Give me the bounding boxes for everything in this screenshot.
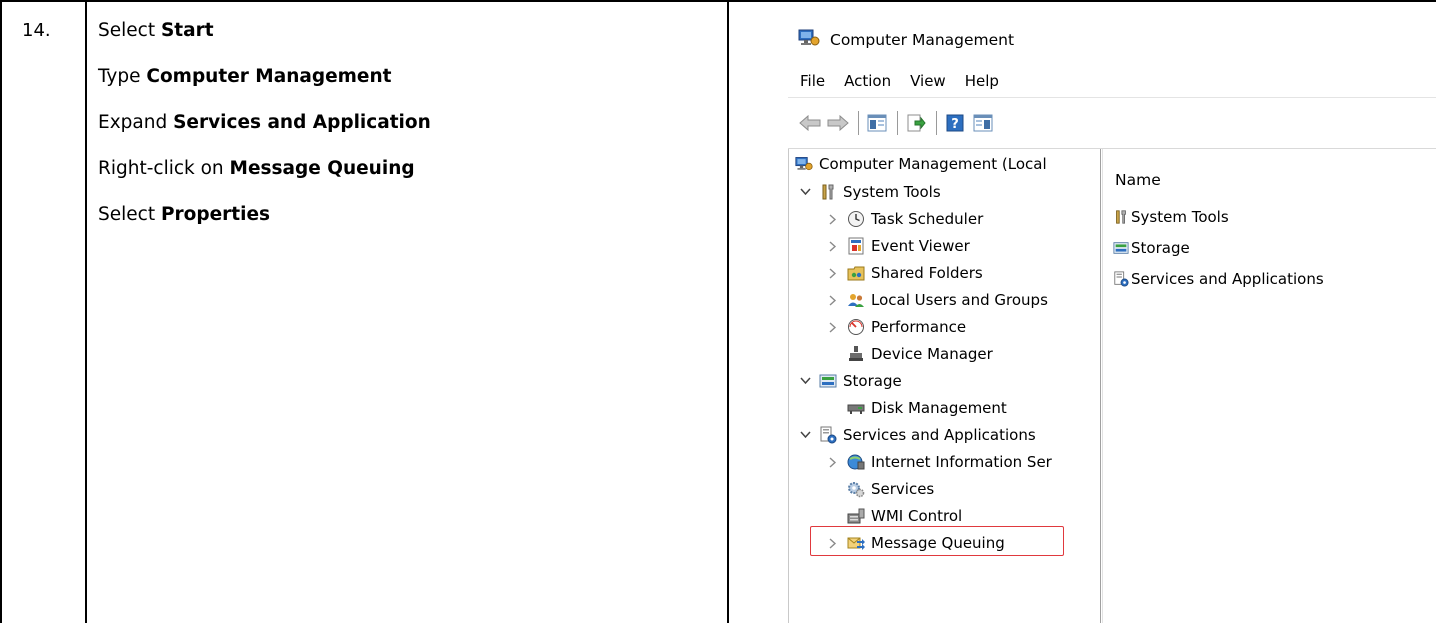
shared-folders-icon xyxy=(847,264,865,282)
table-divider-1 xyxy=(85,0,87,623)
details-pane: Name System Tools Storage Services and A… xyxy=(1102,149,1436,623)
menu-action[interactable]: Action xyxy=(844,72,891,90)
tree-node-performance[interactable]: Performance xyxy=(827,314,966,340)
wmi-icon xyxy=(847,507,865,525)
tree-node-task-scheduler[interactable]: Task Scheduler xyxy=(827,206,983,232)
iis-icon xyxy=(847,453,865,471)
services-gear-icon xyxy=(847,480,865,498)
chevron-down-icon[interactable] xyxy=(799,375,811,387)
tree-node-services-and-applications[interactable]: Services and Applications xyxy=(799,422,1036,448)
instruction-line: Select Properties xyxy=(98,204,271,225)
tools-icon xyxy=(1113,208,1129,226)
show-hide-tree-icon[interactable] xyxy=(865,112,889,134)
tree-node-device-manager[interactable]: Device Manager xyxy=(827,341,993,367)
tree-node-local-users-and-groups[interactable]: Local Users and Groups xyxy=(827,287,1048,313)
list-item-system-tools[interactable]: System Tools xyxy=(1113,206,1229,228)
chevron-down-icon[interactable] xyxy=(799,429,811,441)
show-action-pane-icon[interactable] xyxy=(971,112,995,134)
menu-view[interactable]: View xyxy=(910,72,946,90)
menu-bar: File Action View Help xyxy=(800,72,1018,90)
list-item-services-and-applications[interactable]: Services and Applications xyxy=(1113,268,1324,290)
menu-help[interactable]: Help xyxy=(965,72,999,90)
instruction-line: Type Computer Management xyxy=(98,66,392,87)
tools-icon xyxy=(819,183,837,201)
help-icon[interactable]: ? xyxy=(943,112,967,134)
menu-file[interactable]: File xyxy=(800,72,825,90)
chevron-down-icon[interactable] xyxy=(799,186,811,198)
tree-node-system-tools[interactable]: System Tools xyxy=(799,179,941,205)
services-apps-icon xyxy=(1113,270,1129,288)
table-border-top xyxy=(0,0,1436,2)
table-border-left xyxy=(0,0,2,623)
menu-divider xyxy=(788,97,1436,98)
window-titlebar: Computer Management xyxy=(798,29,1014,51)
tree-node-shared-folders[interactable]: Shared Folders xyxy=(827,260,983,286)
tree-node-storage[interactable]: Storage xyxy=(799,368,902,394)
chevron-right-icon[interactable] xyxy=(827,456,839,468)
users-icon xyxy=(847,291,865,309)
svg-text:?: ? xyxy=(951,117,959,132)
chevron-right-icon[interactable] xyxy=(827,267,839,279)
window-title: Computer Management xyxy=(830,31,1015,49)
services-apps-icon xyxy=(819,426,837,444)
toolbar: ? xyxy=(798,111,999,135)
forward-arrow-icon[interactable] xyxy=(826,112,850,134)
tree-node-event-viewer[interactable]: Event Viewer xyxy=(827,233,970,259)
step-number: 14. xyxy=(22,20,51,41)
storage-icon xyxy=(1113,239,1129,257)
performance-icon xyxy=(847,318,865,336)
tree-root-computer-management[interactable]: Computer Management (Local xyxy=(795,151,1047,177)
tree-node-disk-management[interactable]: Disk Management xyxy=(827,395,1007,421)
toolbar-separator xyxy=(897,111,898,135)
column-header-name[interactable]: Name xyxy=(1115,171,1161,189)
export-list-icon[interactable] xyxy=(904,112,928,134)
tree-node-services[interactable]: Services xyxy=(827,476,934,502)
chevron-right-icon[interactable] xyxy=(827,240,839,252)
device-manager-icon xyxy=(847,345,865,363)
chevron-right-icon[interactable] xyxy=(827,294,839,306)
instruction-line: Right-click on Message Queuing xyxy=(98,158,415,179)
highlight-box-message-queuing xyxy=(810,526,1064,556)
tree-node-internet-information-services[interactable]: Internet Information Ser xyxy=(827,449,1052,475)
computer-management-icon xyxy=(795,155,813,173)
clock-icon xyxy=(847,210,865,228)
back-arrow-icon[interactable] xyxy=(798,112,822,134)
instruction-line: Select Start xyxy=(98,20,214,41)
event-viewer-icon xyxy=(847,237,865,255)
computer-management-icon xyxy=(798,28,820,52)
disk-icon xyxy=(847,399,865,417)
computer-management-window: Computer Management File Action View Hel… xyxy=(788,12,1436,623)
instruction-line: Expand Services and Application xyxy=(98,112,431,133)
table-divider-2 xyxy=(727,0,729,623)
toolbar-separator xyxy=(936,111,937,135)
chevron-right-icon[interactable] xyxy=(827,213,839,225)
chevron-right-icon[interactable] xyxy=(827,321,839,333)
instruction-list: Select Start Type Computer Management Ex… xyxy=(98,20,431,250)
toolbar-separator xyxy=(858,111,859,135)
list-item-storage[interactable]: Storage xyxy=(1113,237,1190,259)
storage-icon xyxy=(819,372,837,390)
